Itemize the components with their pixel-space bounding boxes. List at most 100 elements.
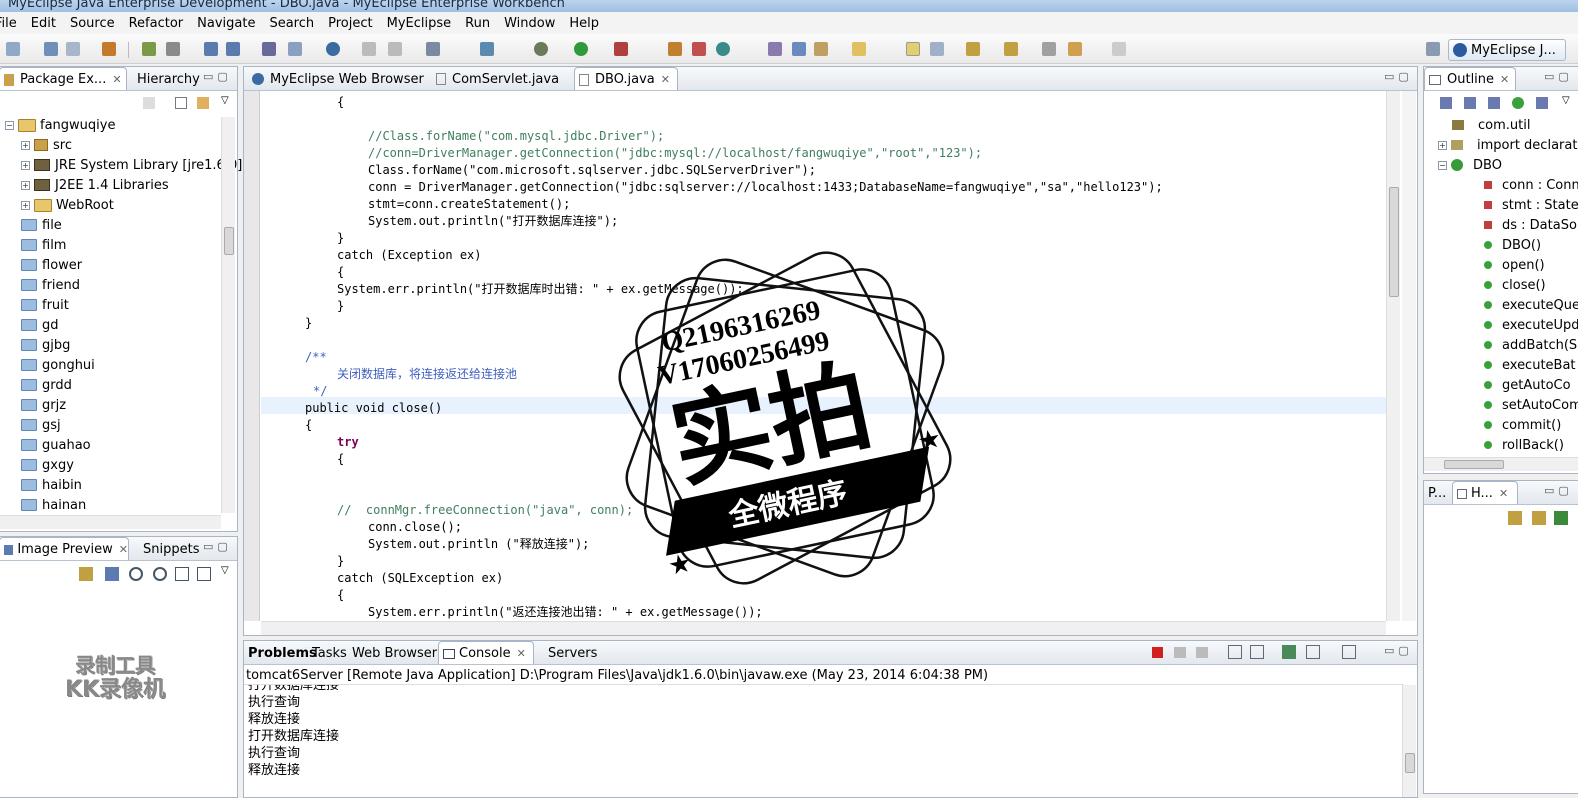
outline-item-method[interactable]: executeQue [1484, 295, 1578, 315]
last-edit-icon[interactable] [1042, 42, 1056, 56]
tree-item-file[interactable]: file [21, 215, 62, 235]
tab-outline[interactable]: Outline ✕ [1424, 67, 1516, 90]
prev-annotation-icon[interactable] [1004, 42, 1018, 56]
outline-item-method[interactable]: getAutoCo [1484, 375, 1571, 395]
remove-all-icon[interactable] [1196, 647, 1208, 658]
scrollbar-thumb[interactable] [1405, 753, 1415, 773]
tab-console[interactable]: Console ✕ [438, 641, 534, 664]
external-tools-icon[interactable] [614, 42, 628, 56]
debug-icon[interactable] [534, 42, 548, 56]
tab-comservlet[interactable]: ComServlet.java [432, 67, 559, 90]
view-menu-icon[interactable]: ▽ [221, 565, 229, 576]
console-scrollbar[interactable] [1402, 685, 1416, 797]
open-task-icon[interactable] [668, 42, 682, 56]
tab-package-explorer[interactable]: Package Ex... ✕ [0, 67, 127, 90]
display-console-icon[interactable] [1306, 645, 1320, 659]
wizard2-icon[interactable] [226, 42, 240, 56]
outline-hscrollbar[interactable] [1424, 457, 1578, 471]
minimize-maximize-icon[interactable]: ▭▢ [203, 70, 232, 83]
expand-icon[interactable]: + [21, 160, 30, 170]
tree-item-haibin[interactable]: haibin [21, 475, 82, 495]
tree-item-grjz[interactable]: grjz [21, 395, 66, 415]
search-icon[interactable] [792, 42, 806, 56]
tab-problems[interactable]: Problems [244, 641, 317, 664]
deploy-icon[interactable] [142, 42, 156, 56]
outline-item-method[interactable]: close() [1484, 275, 1546, 295]
tree-item-guahao[interactable]: guahao [21, 435, 91, 455]
tab-web-browser[interactable]: MyEclipse Web Browser [248, 67, 424, 90]
outline-item-method[interactable]: open() [1484, 255, 1545, 275]
console-output[interactable]: 打开数据库连接 执行查询 释放连接 打开数据库连接 执行查询 释放连接 [244, 685, 1404, 797]
tab-servers[interactable]: Servers [544, 641, 597, 664]
tree-item-friend[interactable]: friend [21, 275, 80, 295]
view-menu-icon[interactable]: ▽ [221, 95, 229, 106]
refresh-icon[interactable] [79, 567, 93, 581]
next-annotation-icon[interactable] [966, 42, 980, 56]
refresh-icon[interactable] [716, 42, 730, 56]
collapse-icon[interactable]: − [5, 120, 14, 130]
open-folder-icon[interactable] [852, 42, 866, 56]
back-icon[interactable] [362, 42, 376, 56]
mail-icon[interactable] [814, 42, 828, 56]
outline-item-method[interactable]: executeUpd [1484, 315, 1578, 335]
new-class-icon[interactable] [288, 42, 302, 56]
open-console-icon[interactable] [1342, 645, 1356, 659]
link-editor-icon[interactable] [197, 97, 209, 109]
close-icon[interactable]: ✕ [661, 73, 670, 86]
run-icon[interactable] [574, 42, 588, 56]
fit-icon[interactable] [105, 567, 119, 581]
collapse-all-icon[interactable] [175, 97, 187, 109]
hide-fields-icon[interactable] [1464, 97, 1476, 109]
tree-item-hainan[interactable]: hainan [21, 495, 86, 515]
menu-file[interactable]: File [0, 16, 24, 31]
outline-item-field[interactable]: stmt : State [1484, 195, 1578, 215]
team-icon[interactable] [768, 42, 782, 56]
open-perspective-icon[interactable] [1426, 42, 1440, 56]
browser-icon[interactable] [426, 42, 440, 56]
tree-item-grdd[interactable]: grdd [21, 375, 72, 395]
clear-console-icon[interactable] [1228, 645, 1242, 659]
outline-item-method[interactable]: rollBack() [1484, 435, 1564, 455]
wizard-icon[interactable] [204, 42, 218, 56]
zoom-in-icon[interactable] [153, 567, 167, 581]
close-icon[interactable]: ✕ [1499, 487, 1508, 500]
scroll-lock-icon[interactable] [1250, 645, 1264, 659]
scrollbar-thumb[interactable] [224, 227, 234, 255]
minimize-maximize-icon[interactable]: ▭▢ [1544, 484, 1573, 497]
pin-console-icon[interactable] [1282, 645, 1296, 659]
tree-hscrollbar[interactable] [0, 515, 221, 529]
minimize-maximize-icon[interactable]: ▭▢ [1384, 70, 1413, 83]
view-menu-icon[interactable]: ▽ [1562, 95, 1570, 106]
scrollbar-thumb[interactable] [1389, 187, 1399, 297]
outline-item-method[interactable]: executeBat [1484, 355, 1576, 375]
hide-nonpublic-icon[interactable] [1512, 97, 1524, 109]
back-icon[interactable] [143, 97, 155, 109]
remove-launch-icon[interactable] [1174, 647, 1186, 658]
sort-icon[interactable] [1440, 97, 1452, 109]
tab-web-browser[interactable]: Web Browser [348, 641, 437, 664]
tree-item-j2ee[interactable]: + J2EE 1.4 Libraries [21, 175, 169, 195]
tree-item-gd[interactable]: gd [21, 315, 59, 335]
forward-icon[interactable] [388, 42, 402, 56]
tab-tasks[interactable]: Tasks [308, 641, 347, 664]
close-icon[interactable]: ✕ [517, 647, 526, 660]
expand-icon[interactable]: + [21, 180, 30, 190]
expand-icon[interactable]: + [21, 200, 30, 210]
db-icon[interactable] [480, 42, 494, 56]
tree-item-jre[interactable]: + JRE System Library [jre1.6.0] [21, 155, 242, 175]
menu-run[interactable]: Run [458, 16, 497, 31]
tab-hierarchy[interactable]: Hierarchy [133, 67, 200, 90]
close-icon[interactable]: ✕ [119, 543, 128, 556]
tab-dbo-java[interactable]: DBO.java ✕ [574, 67, 678, 90]
editor-scrollbar[interactable] [1386, 91, 1400, 621]
package-icon[interactable] [102, 42, 116, 56]
outline-item-method[interactable]: commit() [1484, 415, 1561, 435]
minimize-maximize-icon[interactable]: ▭▢ [1384, 644, 1413, 657]
outline-item-package[interactable]: com.util [1452, 115, 1530, 135]
layout-icon[interactable] [692, 42, 706, 56]
globe-icon[interactable] [326, 42, 340, 56]
tree-item-gxgy[interactable]: gxgy [21, 455, 74, 475]
menu-search[interactable]: Search [262, 16, 321, 31]
menu-source[interactable]: Source [63, 16, 122, 31]
tab-image-preview[interactable]: Image Preview ✕ [0, 537, 129, 560]
